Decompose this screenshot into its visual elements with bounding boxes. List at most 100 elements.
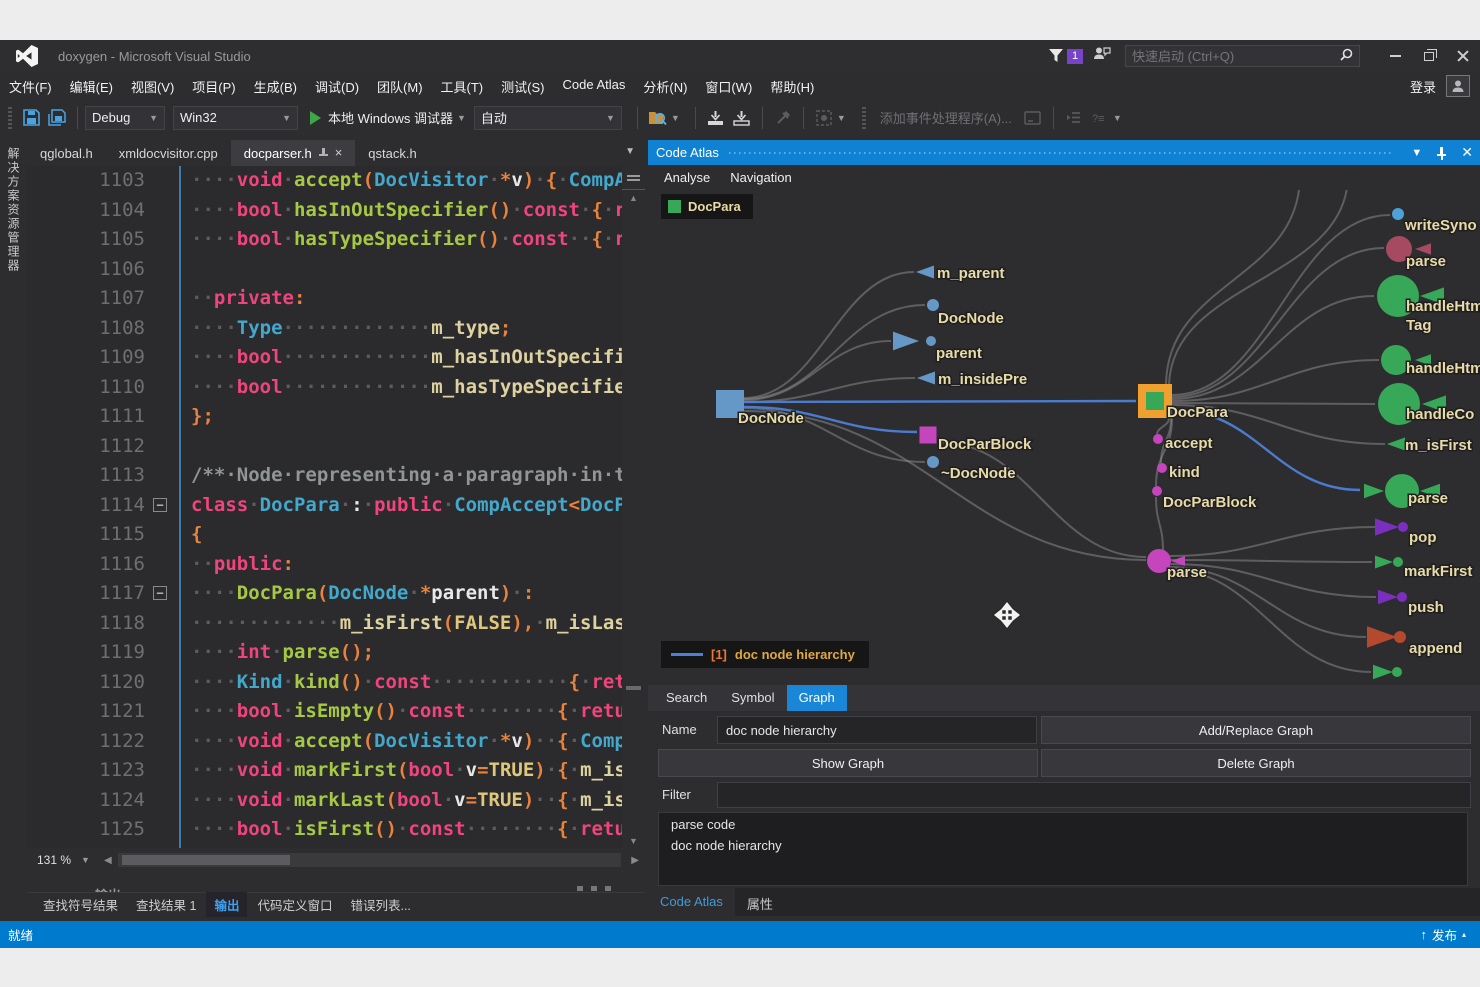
graph-canvas[interactable]: DocPara DocNodem_parentDocNodeparentm_in…: [648, 190, 1480, 685]
atlas-subtab-symbol[interactable]: Symbol: [719, 685, 786, 711]
editor-horizontal-scrollbar[interactable]: [118, 853, 622, 867]
avatar[interactable]: [1446, 75, 1470, 97]
hscroll-right-arrow[interactable]: ▶: [625, 855, 645, 866]
graph-node-handleCo[interactable]: handleCo: [1378, 383, 1474, 425]
graph-name-input[interactable]: [717, 716, 1037, 744]
solution-explorer-vertical-tab[interactable]: 解决方案资源管理器: [5, 147, 22, 273]
window-position-icon[interactable]: ▼: [1404, 147, 1429, 159]
notification-filter[interactable]: 1: [1049, 49, 1083, 64]
list-item[interactable]: doc node hierarchy: [659, 834, 1467, 855]
editor-tab-qstack.h[interactable]: qstack.h: [355, 140, 429, 166]
graph-node-parent[interactable]: parent: [893, 332, 982, 362]
menu-item-6[interactable]: 调试(D): [306, 73, 368, 100]
code-area[interactable]: 1103····void·accept(DocVisitor·*v)·{·Com…: [27, 166, 645, 848]
add-replace-graph-button[interactable]: Add/Replace Graph: [1041, 716, 1471, 744]
graph-node-notDocNode[interactable]: ~DocNode: [927, 456, 1016, 482]
graph-node-kind[interactable]: kind: [1157, 463, 1200, 481]
quick-launch-box[interactable]: [1125, 45, 1360, 67]
menu-item-8[interactable]: 工具(T): [432, 73, 493, 100]
code-line-1109[interactable]: 1109····bool·············m_hasInOutSpeci…: [27, 343, 645, 373]
menu-item-9[interactable]: 测试(S): [492, 73, 553, 100]
graph-node-markFirst[interactable]: markFirst: [1375, 556, 1472, 580]
graph-node-pop[interactable]: pop: [1375, 518, 1437, 546]
graph-node-handleHtm2[interactable]: handleHtm: [1381, 345, 1480, 377]
code-line-1107[interactable]: 1107··private:: [27, 284, 645, 314]
code-line-1106[interactable]: 1106: [27, 255, 645, 285]
code-line-1110[interactable]: 1110····bool·············m_hasTypeSpecif…: [27, 373, 645, 403]
find-in-files-icon[interactable]: [647, 107, 669, 129]
code-line-1115[interactable]: 1115{: [27, 520, 645, 550]
pin-icon[interactable]: [1437, 147, 1446, 159]
menu-item-10[interactable]: Code Atlas: [553, 73, 634, 100]
graph-node-DocParBlock[interactable]: DocParBlock: [920, 427, 1033, 454]
minimize-button[interactable]: [1378, 43, 1412, 69]
close-tab-icon[interactable]: ×: [335, 148, 343, 158]
graph-node-m_parent[interactable]: m_parent: [916, 265, 1005, 282]
tab-list-dropdown-icon[interactable]: ▼: [625, 140, 645, 166]
code-line-1117[interactable]: 1117−····DocPara(DocNode·*parent)·:: [27, 579, 645, 609]
graph-node-parse2[interactable]: parse: [1364, 474, 1448, 508]
graph-node-m_isFirst[interactable]: m_isFirst: [1387, 437, 1472, 454]
hscroll-thumb[interactable]: [122, 855, 290, 865]
bottom-tab-3[interactable]: 输出: [206, 892, 247, 917]
code-atlas-title-bar[interactable]: Code Atlas ▼ ✕: [648, 140, 1480, 165]
graph-node-m_insidePre[interactable]: m_insidePre: [917, 371, 1027, 388]
code-line-1125[interactable]: 1125····bool·isFirst()·const········{·re…: [27, 815, 645, 845]
code-line-1123[interactable]: 1123····void·markFirst(bool·v=TRUE)·{·m_…: [27, 756, 645, 786]
code-line-1112[interactable]: 1112: [27, 432, 645, 462]
code-line-1121[interactable]: 1121····bool·isEmpty()·const········{·re…: [27, 697, 645, 727]
list-item[interactable]: parse code: [659, 813, 1467, 834]
code-line-1108[interactable]: 1108····Type·············m_type;: [27, 314, 645, 344]
start-debug-button[interactable]: 本地 Windows 调试器 ▼: [306, 108, 474, 127]
publish-button[interactable]: ↑ 发布 ▴: [1420, 925, 1480, 944]
menu-item-1[interactable]: 文件(F): [0, 73, 61, 100]
hscroll-left-arrow[interactable]: ◀: [98, 855, 118, 866]
zoom-combo[interactable]: 131 %▼: [27, 851, 98, 869]
code-line-1114[interactable]: 1114−class·DocPara·:·public·CompAccept<D…: [27, 491, 645, 521]
saved-graphs-list[interactable]: parse codedoc node hierarchy: [658, 812, 1468, 886]
bottom-tab-2[interactable]: 查找结果 1: [128, 892, 204, 917]
menu-item-13[interactable]: 帮助(H): [761, 73, 823, 100]
graph-node-parseRose[interactable]: parse: [1386, 236, 1446, 270]
code-line-1124[interactable]: 1124····void·markLast(bool·v=TRUE)··{·m_…: [27, 786, 645, 816]
editor-tab-docparser.h[interactable]: docparser.h×: [231, 140, 356, 166]
show-graph-button[interactable]: Show Graph: [658, 749, 1038, 777]
sign-in-link[interactable]: 登录: [1400, 73, 1446, 100]
toolbar-grip[interactable]: [8, 107, 12, 129]
bottom-tab-5[interactable]: 错误列表...: [342, 892, 418, 917]
build-selection-icon[interactable]: [705, 107, 727, 129]
restore-button[interactable]: [1412, 43, 1446, 69]
filter-input[interactable]: [717, 782, 1471, 808]
auto-combo[interactable]: 自动▼: [474, 106, 622, 130]
tool-window-tab-2[interactable]: 属性: [735, 888, 785, 916]
notification-badge[interactable]: 1: [1067, 49, 1083, 64]
search-icon[interactable]: [1340, 48, 1359, 64]
fold-collapse-icon[interactable]: −: [153, 586, 167, 600]
panel-close-icon[interactable]: ✕: [1454, 144, 1480, 161]
graph-node-push[interactable]: push: [1378, 590, 1444, 616]
close-button[interactable]: [1446, 43, 1480, 69]
tool-window-tab-1[interactable]: Code Atlas: [648, 888, 735, 916]
feedback-icon[interactable]: [1093, 46, 1111, 66]
graph-node-writeSyno[interactable]: writeSyno: [1392, 208, 1477, 234]
menu-item-3[interactable]: 视图(V): [122, 73, 183, 100]
code-line-1120[interactable]: 1120····Kind·kind()·const············{·r…: [27, 668, 645, 698]
code-line-1119[interactable]: 1119····int·parse();: [27, 638, 645, 668]
delete-graph-button[interactable]: Delete Graph: [1041, 749, 1471, 777]
menu-item-4[interactable]: 项目(P): [183, 73, 244, 100]
scroll-up-arrow[interactable]: ▲: [622, 190, 645, 206]
code-line-1103[interactable]: 1103····void·accept(DocVisitor·*v)·{·Com…: [27, 166, 645, 196]
graph-node-handleHtmTag[interactable]: handleHtmTag: [1377, 275, 1480, 334]
save-icon[interactable]: [20, 107, 42, 129]
bottom-tab-1[interactable]: 查找符号结果: [35, 892, 126, 917]
atlas-menu-analyse[interactable]: Analyse: [656, 167, 718, 188]
fold-collapse-icon[interactable]: −: [153, 498, 167, 512]
bottom-tab-4[interactable]: 代码定义窗口: [249, 892, 340, 917]
build-all-icon[interactable]: [731, 107, 753, 129]
graph-node-partial[interactable]: [1373, 665, 1402, 679]
code-line-1116[interactable]: 1116··public:: [27, 550, 645, 580]
menu-item-5[interactable]: 生成(B): [245, 73, 306, 100]
code-line-1118[interactable]: 1118·············m_isFirst(FALSE),·m_isL…: [27, 609, 645, 639]
graph-node-DocNode2[interactable]: DocNode: [927, 299, 1004, 327]
graph-node-append[interactable]: append: [1367, 626, 1462, 657]
